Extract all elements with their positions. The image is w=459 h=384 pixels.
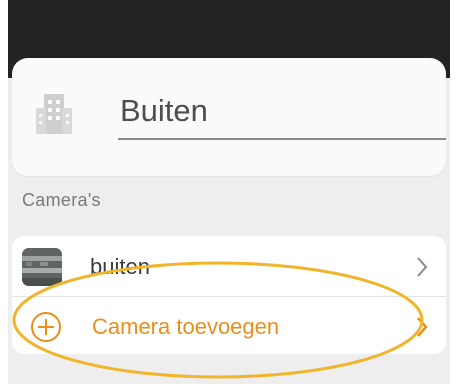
camera-row[interactable]: buiten [12,238,446,297]
app-screen: Camera's buiten [8,0,450,384]
cameras-section-label: Camera's [22,190,101,210]
chevron-right-icon [417,257,428,277]
building-icon [36,94,72,134]
chevron-right-icon [417,317,428,337]
camera-thumbnail [22,248,62,286]
plus-circle-icon [31,312,61,342]
add-camera-label: Camera toevoegen [92,314,280,339]
location-name-card [12,58,446,176]
location-name-input[interactable] [118,88,446,140]
cameras-list: buiten Camera toevoegen [12,236,446,354]
camera-name: buiten [90,254,150,279]
add-camera-row[interactable]: Camera toevoegen [12,298,446,356]
